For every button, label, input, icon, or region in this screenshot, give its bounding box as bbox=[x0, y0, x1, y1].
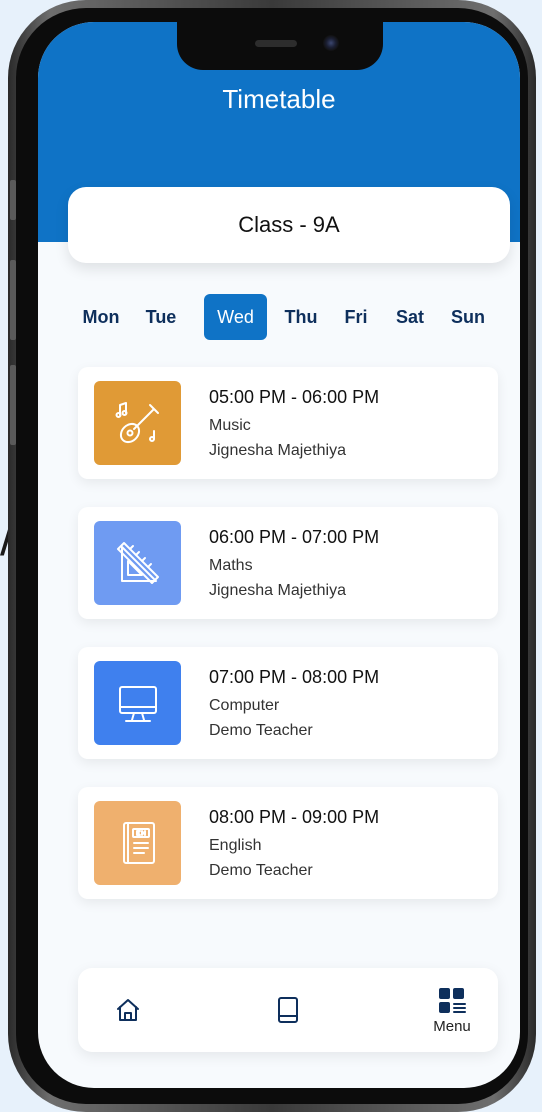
monitor-icon bbox=[94, 661, 181, 745]
lesson-card[interactable]: 07:00 PM - 08:00 PM Computer Demo Teache… bbox=[78, 647, 498, 759]
lesson-teacher: Demo Teacher bbox=[209, 862, 313, 879]
tab-thu[interactable]: Thu bbox=[280, 294, 322, 340]
lesson-subject: Maths bbox=[209, 557, 253, 574]
music-guitar-icon bbox=[94, 381, 181, 465]
nav-book[interactable] bbox=[258, 968, 318, 1052]
app-screen: Timetable Class - 9A Mon Tue Wed Thu Fri… bbox=[38, 22, 520, 1088]
nav-home[interactable] bbox=[98, 968, 158, 1052]
tab-sun[interactable]: Sun bbox=[445, 294, 491, 340]
page-title: Timetable bbox=[222, 84, 336, 114]
lesson-subject: Computer bbox=[209, 697, 280, 714]
camera-icon bbox=[323, 35, 339, 51]
tab-fri[interactable]: Fri bbox=[340, 294, 372, 340]
english-book-icon bbox=[94, 801, 181, 885]
lesson-card[interactable]: 08:00 PM - 09:00 PM English Demo Teacher bbox=[78, 787, 498, 899]
class-selector[interactable]: Class - 9A bbox=[68, 187, 510, 263]
ruler-triangle-icon bbox=[94, 521, 181, 605]
lesson-time: 07:00 PM - 08:00 PM bbox=[209, 667, 380, 687]
home-icon bbox=[117, 999, 139, 1021]
tab-sat[interactable]: Sat bbox=[388, 294, 432, 340]
tab-wed[interactable]: Wed bbox=[204, 294, 267, 340]
lesson-card[interactable]: 05:00 PM - 06:00 PM Music Jignesha Majet… bbox=[78, 367, 498, 479]
lesson-teacher: Jignesha Majethiya bbox=[209, 442, 346, 459]
phone-frame: Timetable Class - 9A Mon Tue Wed Thu Fri… bbox=[8, 0, 536, 1112]
lesson-time: 08:00 PM - 09:00 PM bbox=[209, 807, 380, 827]
class-label: Class - 9A bbox=[238, 212, 340, 237]
lesson-teacher: Demo Teacher bbox=[209, 722, 313, 739]
lesson-teacher: Jignesha Majethiya bbox=[209, 582, 346, 599]
lesson-time: 05:00 PM - 06:00 PM bbox=[209, 387, 380, 407]
nav-menu[interactable]: Menu bbox=[422, 968, 482, 1052]
lesson-subject: English bbox=[209, 837, 262, 854]
lesson-subject: Music bbox=[209, 417, 251, 434]
bottom-nav: Menu bbox=[78, 968, 498, 1052]
lesson-time: 06:00 PM - 07:00 PM bbox=[209, 527, 380, 547]
lesson-card[interactable]: 06:00 PM - 07:00 PM Maths Jignesha Majet… bbox=[78, 507, 498, 619]
book-icon bbox=[278, 997, 298, 1023]
day-tabs: Mon Tue Wed Thu Fri Sat Sun bbox=[38, 294, 520, 340]
menu-grid-icon bbox=[439, 987, 466, 1013]
nav-menu-label: Menu bbox=[433, 1017, 471, 1035]
speaker-grille bbox=[255, 40, 297, 47]
notch bbox=[177, 22, 383, 70]
tab-mon[interactable]: Mon bbox=[78, 294, 124, 340]
tab-tue[interactable]: Tue bbox=[138, 294, 184, 340]
